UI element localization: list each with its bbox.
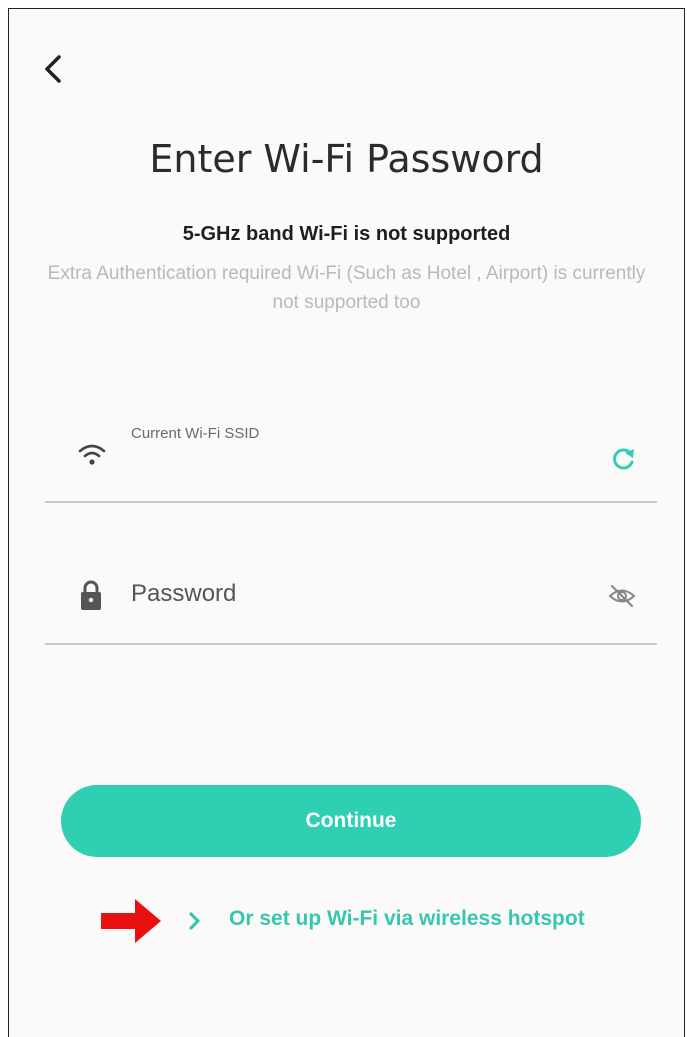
band-warning: 5-GHz band Wi-Fi is not supported xyxy=(182,223,511,245)
authentication-note: Extra Authentication required Wi-Fi (Suc… xyxy=(47,263,646,313)
ssid-label: Current Wi-Fi SSID xyxy=(131,425,260,442)
ssid-field[interactable]: Current Wi-Fi SSID xyxy=(45,409,657,503)
chevron-right-icon xyxy=(189,912,200,930)
page-title: Enter Wi-Fi Password xyxy=(149,137,544,181)
wifi-setup-screen: Enter Wi-Fi Password 5-GHz band Wi-Fi is… xyxy=(8,8,685,1037)
password-field[interactable] xyxy=(45,551,657,645)
hotspot-link-label: Or set up Wi-Fi via wireless hotspot xyxy=(229,907,585,930)
back-arrow-icon[interactable] xyxy=(39,49,69,89)
lock-icon xyxy=(81,580,101,610)
password-input[interactable] xyxy=(129,573,563,615)
wifi-icon xyxy=(78,444,106,465)
eye-off-icon[interactable] xyxy=(607,581,637,611)
refresh-icon[interactable] xyxy=(609,445,637,473)
red-arrow-icon xyxy=(101,899,161,943)
continue-button[interactable]: Continue xyxy=(61,785,641,857)
